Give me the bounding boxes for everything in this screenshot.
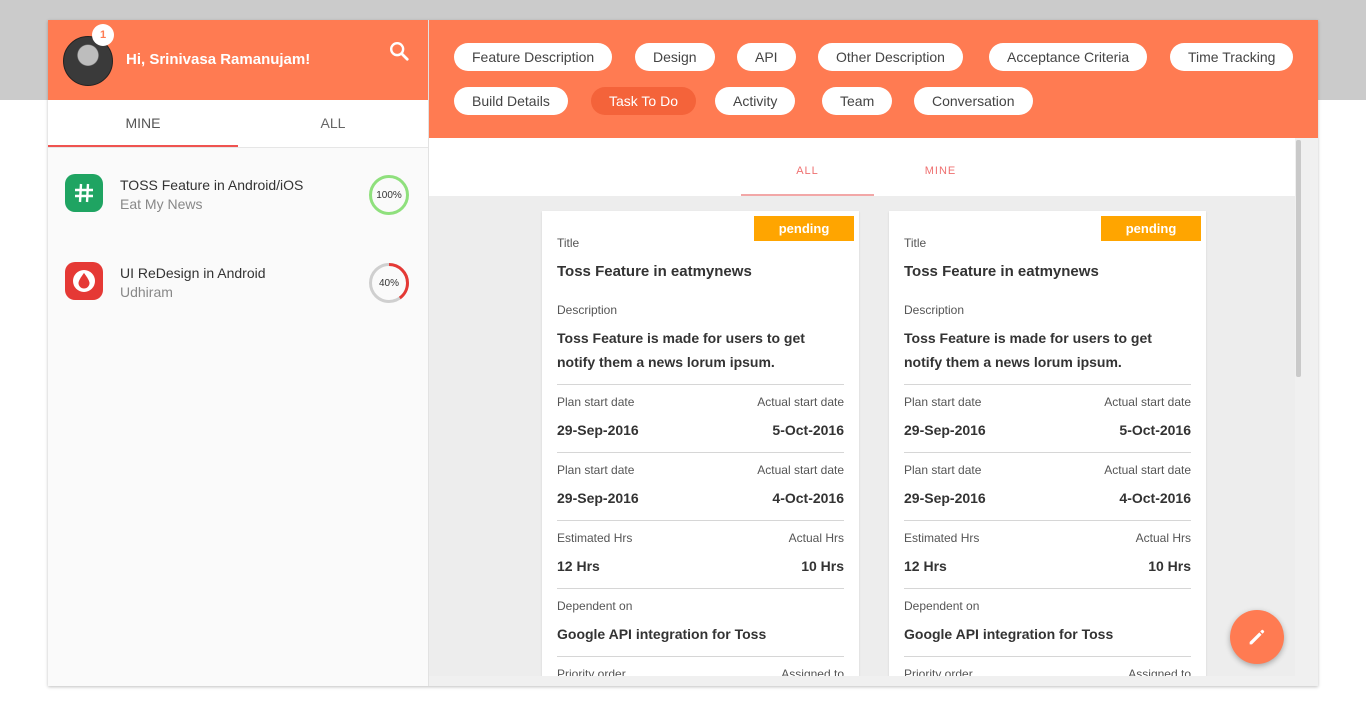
dependent-label: Dependent on xyxy=(557,599,633,613)
task-title: Toss Feature in eatmynews xyxy=(904,263,1099,280)
assigned-label: Assigned to xyxy=(1128,667,1191,676)
progress-ring: 40% xyxy=(368,262,410,304)
estimated-hrs-value: 12 Hrs xyxy=(557,558,600,574)
right-panel: Feature Description Design API Other Des… xyxy=(429,20,1318,686)
estimated-hrs-value: 12 Hrs xyxy=(904,558,947,574)
user-greeting: Hi, Srinivasa Ramanujam! xyxy=(126,51,311,68)
divider xyxy=(557,588,844,589)
divider xyxy=(557,384,844,385)
description-label: Description xyxy=(904,303,965,317)
plan-start-value: 29-Sep-2016 xyxy=(557,422,639,438)
project-list-item[interactable]: UI ReDesign in Android Udhiram 40% xyxy=(48,236,428,324)
tab-task-all[interactable]: ALL xyxy=(741,138,874,196)
actual-hrs-label: Actual Hrs xyxy=(1135,531,1191,545)
priority-label: Priority order xyxy=(557,667,626,676)
description-label: Description xyxy=(557,303,618,317)
chip-acceptance-criteria[interactable]: Acceptance Criteria xyxy=(989,43,1148,71)
status-badge: pending xyxy=(754,216,854,241)
chip-activity[interactable]: Activity xyxy=(715,87,796,115)
plan-start-label: Plan start date xyxy=(557,395,635,409)
project-subtitle: Udhiram xyxy=(120,284,173,300)
scrollbar[interactable] xyxy=(1296,140,1301,377)
chip-conversation[interactable]: Conversation xyxy=(914,87,1033,115)
hashtag-app-icon xyxy=(65,174,103,212)
dependent-value: Google API integration for Toss xyxy=(904,626,1114,642)
tab-all[interactable]: ALL xyxy=(238,100,428,147)
plan-start-label: Plan start date xyxy=(904,463,982,477)
chip-api[interactable]: API xyxy=(737,43,796,71)
actual-start-value: 5-Oct-2016 xyxy=(1119,422,1191,438)
divider xyxy=(557,656,844,657)
task-cards-area: pending Title Toss Feature in eatmynews … xyxy=(429,196,1295,676)
divider xyxy=(904,656,1191,657)
actual-start-value: 5-Oct-2016 xyxy=(772,422,844,438)
left-panel: 1 Hi, Srinivasa Ramanujam! MINE ALL TOSS… xyxy=(48,20,429,686)
actual-start-value: 4-Oct-2016 xyxy=(1119,490,1191,506)
progress-label: 40% xyxy=(378,277,399,289)
actual-start-label: Actual start date xyxy=(757,395,844,409)
section-chips-bar: Feature Description Design API Other Des… xyxy=(429,20,1318,138)
tab-mine[interactable]: MINE xyxy=(48,100,238,147)
actual-hrs-label: Actual Hrs xyxy=(788,531,844,545)
project-list-item[interactable]: TOSS Feature in Android/iOS Eat My News … xyxy=(48,148,428,236)
divider xyxy=(904,452,1191,453)
task-description: Toss Feature is made for users to get no… xyxy=(904,330,1152,370)
task-description: Toss Feature is made for users to get no… xyxy=(557,330,805,370)
project-filter-tabs: MINE ALL xyxy=(48,100,428,148)
task-filter-tabs: ALL MINE xyxy=(429,138,1295,196)
actual-start-label: Actual start date xyxy=(1104,395,1191,409)
dependent-value: Google API integration for Toss xyxy=(557,626,767,642)
project-title: TOSS Feature in Android/iOS xyxy=(120,177,304,193)
actual-hrs-value: 10 Hrs xyxy=(801,558,844,574)
chip-build-details[interactable]: Build Details xyxy=(454,87,568,115)
plan-start-value: 29-Sep-2016 xyxy=(904,490,986,506)
task-title: Toss Feature in eatmynews xyxy=(557,263,752,280)
divider xyxy=(557,452,844,453)
pencil-icon xyxy=(1249,629,1265,645)
divider xyxy=(557,520,844,521)
estimated-hrs-label: Estimated Hrs xyxy=(557,531,633,545)
tab-task-mine[interactable]: MINE xyxy=(874,138,1007,196)
task-card[interactable]: pending Title Toss Feature in eatmynews … xyxy=(889,211,1206,676)
edit-fab-button[interactable] xyxy=(1230,610,1284,664)
chip-task-to-do[interactable]: Task To Do xyxy=(591,87,696,115)
chip-feature-description[interactable]: Feature Description xyxy=(454,43,613,71)
title-label: Title xyxy=(557,236,580,250)
divider xyxy=(904,384,1191,385)
project-subtitle: Eat My News xyxy=(120,196,203,212)
progress-ring: 100% xyxy=(368,174,410,216)
plan-start-label: Plan start date xyxy=(557,463,635,477)
actual-start-label: Actual start date xyxy=(1104,463,1191,477)
notification-badge[interactable]: 1 xyxy=(92,24,114,46)
chip-time-tracking[interactable]: Time Tracking xyxy=(1170,43,1294,71)
user-header: 1 Hi, Srinivasa Ramanujam! xyxy=(48,20,428,100)
chip-other-description[interactable]: Other Description xyxy=(818,43,963,71)
title-label: Title xyxy=(904,236,927,250)
chip-team[interactable]: Team xyxy=(822,87,893,115)
plan-start-label: Plan start date xyxy=(904,395,982,409)
actual-start-value: 4-Oct-2016 xyxy=(772,490,844,506)
divider xyxy=(904,588,1191,589)
estimated-hrs-label: Estimated Hrs xyxy=(904,531,980,545)
divider xyxy=(904,520,1191,521)
dependent-label: Dependent on xyxy=(904,599,980,613)
search-icon[interactable] xyxy=(388,40,410,62)
project-title: UI ReDesign in Android xyxy=(120,265,266,281)
plan-start-value: 29-Sep-2016 xyxy=(557,490,639,506)
priority-label: Priority order xyxy=(904,667,973,676)
status-badge: pending xyxy=(1101,216,1201,241)
assigned-label: Assigned to xyxy=(781,667,844,676)
task-card[interactable]: pending Title Toss Feature in eatmynews … xyxy=(542,211,859,676)
actual-start-label: Actual start date xyxy=(757,463,844,477)
progress-label: 100% xyxy=(376,189,402,201)
actual-hrs-value: 10 Hrs xyxy=(1148,558,1191,574)
app-window: 1 Hi, Srinivasa Ramanujam! MINE ALL TOSS… xyxy=(48,20,1318,686)
plan-start-value: 29-Sep-2016 xyxy=(904,422,986,438)
chip-design[interactable]: Design xyxy=(635,43,715,71)
blood-drop-app-icon xyxy=(65,262,103,300)
